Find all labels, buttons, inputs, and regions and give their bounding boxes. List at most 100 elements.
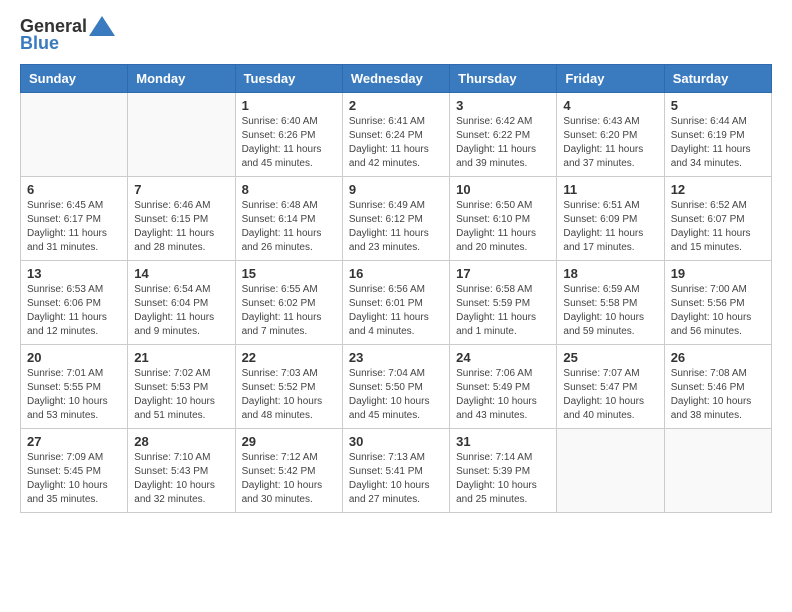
day-number: 25 — [563, 350, 657, 365]
calendar-cell: 29 Sunrise: 7:12 AM Sunset: 5:42 PM Dayli… — [235, 429, 342, 513]
day-info: Sunrise: 7:14 AM Sunset: 5:39 PM Dayligh… — [456, 451, 550, 507]
calendar-cell — [557, 429, 664, 513]
day-number: 11 — [563, 182, 657, 197]
calendar-cell — [664, 429, 771, 513]
calendar-cell: 21Sunrise: 7:02 AM Sunset: 5:53 PM Dayli… — [128, 345, 235, 429]
day-number: 6 — [27, 182, 121, 197]
day-number: 28 — [134, 434, 228, 449]
logo-icon — [89, 16, 115, 36]
day-info: Sunrise: 7:12 AM Sunset: 5:42 PM Dayligh… — [242, 451, 336, 507]
day-number: 12 — [671, 182, 765, 197]
day-number: 9 — [349, 182, 443, 197]
day-number: 24 — [456, 350, 550, 365]
calendar-cell: 7 Sunrise: 6:46 AM Sunset: 6:15 PM Daylig… — [128, 177, 235, 261]
header: General Blue — [20, 16, 772, 54]
week-row-1: 1 Sunrise: 6:40 AM Sunset: 6:26 PM Daylig… — [21, 93, 772, 177]
day-number: 14 — [134, 266, 228, 281]
calendar-cell: 3 Sunrise: 6:42 AM Sunset: 6:22 PM Daylig… — [450, 93, 557, 177]
day-info: Sunrise: 7:03 AM Sunset: 5:52 PM Dayligh… — [242, 367, 336, 423]
calendar-cell: 8 Sunrise: 6:48 AM Sunset: 6:14 PM Daylig… — [235, 177, 342, 261]
day-number: 5 — [671, 98, 765, 113]
calendar-cell: 31 Sunrise: 7:14 AM Sunset: 5:39 PM Dayli… — [450, 429, 557, 513]
weekday-header-row: SundayMondayTuesdayWednesdayThursdayFrid… — [21, 65, 772, 93]
day-info: Sunrise: 7:02 AM Sunset: 5:53 PM Dayligh… — [134, 367, 228, 423]
calendar-cell: 26Sunrise: 7:08 AM Sunset: 5:46 PM Dayli… — [664, 345, 771, 429]
day-info: Sunrise: 6:59 AM Sunset: 5:58 PM Dayligh… — [563, 283, 657, 339]
calendar-cell: 19Sunrise: 7:00 AM Sunset: 5:56 PM Dayli… — [664, 261, 771, 345]
week-row-5: 27 Sunrise: 7:09 AM Sunset: 5:45 PM Dayli… — [21, 429, 772, 513]
calendar-cell: 15Sunrise: 6:55 AM Sunset: 6:02 PM Dayli… — [235, 261, 342, 345]
calendar-cell: 5 Sunrise: 6:44 AM Sunset: 6:19 PM Daylig… — [664, 93, 771, 177]
calendar-cell: 2 Sunrise: 6:41 AM Sunset: 6:24 PM Daylig… — [342, 93, 449, 177]
day-number: 31 — [456, 434, 550, 449]
day-info: Sunrise: 7:09 AM Sunset: 5:45 PM Dayligh… — [27, 451, 121, 507]
weekday-monday: Monday — [128, 65, 235, 93]
day-info: Sunrise: 6:52 AM Sunset: 6:07 PM Dayligh… — [671, 199, 765, 255]
calendar-cell: 28 Sunrise: 7:10 AM Sunset: 5:43 PM Dayli… — [128, 429, 235, 513]
day-info: Sunrise: 6:41 AM Sunset: 6:24 PM Dayligh… — [349, 115, 443, 171]
day-number: 3 — [456, 98, 550, 113]
weekday-saturday: Saturday — [664, 65, 771, 93]
calendar-cell: 25 Sunrise: 7:07 AM Sunset: 5:47 PM Dayli… — [557, 345, 664, 429]
calendar-cell — [128, 93, 235, 177]
day-info: Sunrise: 7:08 AM Sunset: 5:46 PM Dayligh… — [671, 367, 765, 423]
weekday-wednesday: Wednesday — [342, 65, 449, 93]
weekday-sunday: Sunday — [21, 65, 128, 93]
day-info: Sunrise: 6:45 AM Sunset: 6:17 PM Dayligh… — [27, 199, 121, 255]
day-info: Sunrise: 6:46 AM Sunset: 6:15 PM Dayligh… — [134, 199, 228, 255]
weekday-tuesday: Tuesday — [235, 65, 342, 93]
calendar-cell: 30 Sunrise: 7:13 AM Sunset: 5:41 PM Dayli… — [342, 429, 449, 513]
day-info: Sunrise: 6:40 AM Sunset: 6:26 PM Dayligh… — [242, 115, 336, 171]
calendar-cell: 11 Sunrise: 6:51 AM Sunset: 6:09 PM Dayli… — [557, 177, 664, 261]
day-info: Sunrise: 6:53 AM Sunset: 6:06 PM Dayligh… — [27, 283, 121, 339]
day-info: Sunrise: 6:44 AM Sunset: 6:19 PM Dayligh… — [671, 115, 765, 171]
day-number: 29 — [242, 434, 336, 449]
calendar-cell: 22 Sunrise: 7:03 AM Sunset: 5:52 PM Dayli… — [235, 345, 342, 429]
day-info: Sunrise: 7:13 AM Sunset: 5:41 PM Dayligh… — [349, 451, 443, 507]
day-number: 1 — [242, 98, 336, 113]
day-number: 15 — [242, 266, 336, 281]
day-number: 18 — [563, 266, 657, 281]
day-info: Sunrise: 6:42 AM Sunset: 6:22 PM Dayligh… — [456, 115, 550, 171]
day-info: Sunrise: 6:50 AM Sunset: 6:10 PM Dayligh… — [456, 199, 550, 255]
calendar-cell: 12 Sunrise: 6:52 AM Sunset: 6:07 PM Dayli… — [664, 177, 771, 261]
day-number: 2 — [349, 98, 443, 113]
day-info: Sunrise: 6:43 AM Sunset: 6:20 PM Dayligh… — [563, 115, 657, 171]
weekday-thursday: Thursday — [450, 65, 557, 93]
day-number: 27 — [27, 434, 121, 449]
week-row-3: 13Sunrise: 6:53 AM Sunset: 6:06 PM Dayli… — [21, 261, 772, 345]
calendar-cell: 23Sunrise: 7:04 AM Sunset: 5:50 PM Dayli… — [342, 345, 449, 429]
calendar-cell: 17Sunrise: 6:58 AM Sunset: 5:59 PM Dayli… — [450, 261, 557, 345]
calendar-cell: 10 Sunrise: 6:50 AM Sunset: 6:10 PM Dayli… — [450, 177, 557, 261]
calendar-cell: 27 Sunrise: 7:09 AM Sunset: 5:45 PM Dayli… — [21, 429, 128, 513]
week-row-4: 20Sunrise: 7:01 AM Sunset: 5:55 PM Dayli… — [21, 345, 772, 429]
day-info: Sunrise: 6:49 AM Sunset: 6:12 PM Dayligh… — [349, 199, 443, 255]
day-number: 7 — [134, 182, 228, 197]
day-number: 20 — [27, 350, 121, 365]
day-number: 10 — [456, 182, 550, 197]
day-info: Sunrise: 6:48 AM Sunset: 6:14 PM Dayligh… — [242, 199, 336, 255]
day-number: 16 — [349, 266, 443, 281]
day-info: Sunrise: 6:56 AM Sunset: 6:01 PM Dayligh… — [349, 283, 443, 339]
day-number: 8 — [242, 182, 336, 197]
day-info: Sunrise: 6:51 AM Sunset: 6:09 PM Dayligh… — [563, 199, 657, 255]
calendar-cell: 20Sunrise: 7:01 AM Sunset: 5:55 PM Dayli… — [21, 345, 128, 429]
logo: General Blue — [20, 16, 115, 54]
day-number: 17 — [456, 266, 550, 281]
day-number: 4 — [563, 98, 657, 113]
day-info: Sunrise: 7:06 AM Sunset: 5:49 PM Dayligh… — [456, 367, 550, 423]
week-row-2: 6 Sunrise: 6:45 AM Sunset: 6:17 PM Daylig… — [21, 177, 772, 261]
calendar-cell: 6 Sunrise: 6:45 AM Sunset: 6:17 PM Daylig… — [21, 177, 128, 261]
calendar-cell: 16 Sunrise: 6:56 AM Sunset: 6:01 PM Dayli… — [342, 261, 449, 345]
day-info: Sunrise: 7:07 AM Sunset: 5:47 PM Dayligh… — [563, 367, 657, 423]
calendar-cell: 4 Sunrise: 6:43 AM Sunset: 6:20 PM Daylig… — [557, 93, 664, 177]
day-number: 22 — [242, 350, 336, 365]
calendar-cell: 9 Sunrise: 6:49 AM Sunset: 6:12 PM Daylig… — [342, 177, 449, 261]
day-info: Sunrise: 7:10 AM Sunset: 5:43 PM Dayligh… — [134, 451, 228, 507]
calendar-cell: 24 Sunrise: 7:06 AM Sunset: 5:49 PM Dayli… — [450, 345, 557, 429]
logo-blue-text: Blue — [20, 33, 59, 54]
weekday-friday: Friday — [557, 65, 664, 93]
day-number: 30 — [349, 434, 443, 449]
day-number: 23 — [349, 350, 443, 365]
day-info: Sunrise: 6:54 AM Sunset: 6:04 PM Dayligh… — [134, 283, 228, 339]
